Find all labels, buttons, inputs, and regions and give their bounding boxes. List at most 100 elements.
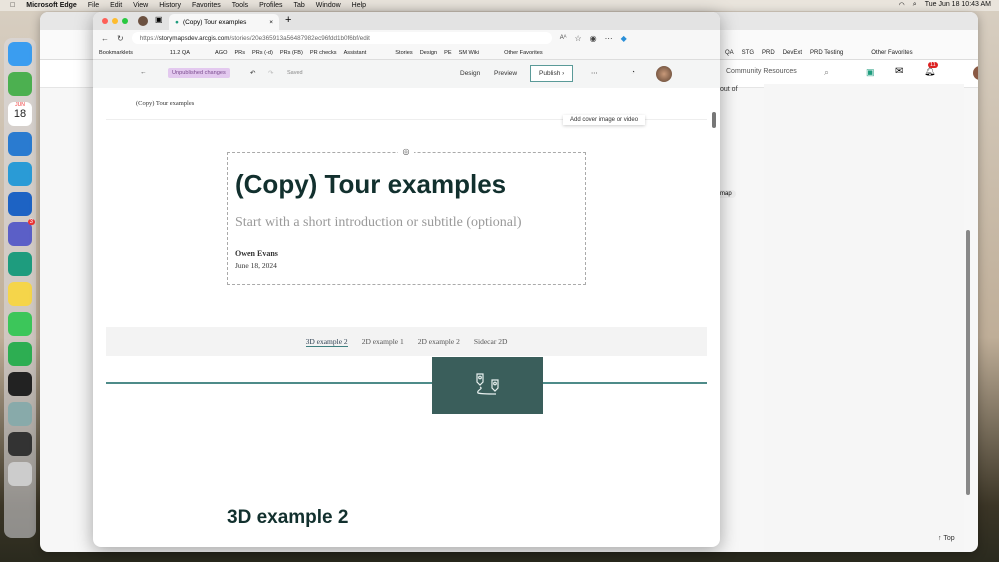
edge-icon[interactable] [8, 162, 32, 186]
story-subtitle-input[interactable]: Start with a short introduction or subti… [235, 215, 522, 231]
bookmark[interactable]: PR checks [310, 50, 337, 56]
trash-icon[interactable] [8, 462, 32, 486]
numbers-icon[interactable] [8, 342, 32, 366]
section-heading[interactable]: 3D example 2 [227, 507, 348, 529]
menu-window[interactable]: Window [316, 2, 341, 9]
avatar[interactable] [973, 66, 978, 80]
close-window-button[interactable] [102, 18, 108, 24]
minimize-window-button[interactable] [112, 18, 118, 24]
story-navigation: 3D example 2 2D example 1 2D example 2 S… [106, 327, 707, 356]
redo-icon[interactable]: ↷ [268, 69, 273, 77]
back-icon[interactable]: ← [101, 34, 109, 43]
extension-icon[interactable]: ◉ [590, 34, 597, 43]
close-tab-icon[interactable]: × [269, 19, 273, 26]
back-scrollbar[interactable] [966, 230, 970, 495]
bookmark[interactable]: PE [444, 50, 451, 56]
bookmark[interactable]: Assistant [344, 50, 367, 56]
scrollbar[interactable] [712, 112, 716, 128]
back-arrow-icon[interactable]: ← [140, 69, 147, 76]
bookmark[interactable]: PRs [234, 50, 245, 56]
menu-tab[interactable]: Tab [293, 2, 304, 9]
unpublished-badge[interactable]: Unpublished changes [168, 68, 230, 78]
url-input[interactable]: https://storymapsdev.arcgis.com/stories/… [131, 32, 552, 44]
nav-item-2d-example-2[interactable]: 2D example 2 [418, 337, 460, 346]
tab-actions-icon[interactable]: ▣ [155, 15, 163, 24]
window-icon[interactable] [8, 432, 32, 456]
preview-button[interactable]: Preview [494, 70, 517, 77]
bookmark[interactable]: AGO [215, 50, 227, 56]
apple-icon[interactable]:  [10, 2, 15, 9]
bookmark[interactable]: DevExt [783, 50, 802, 56]
notes-icon[interactable] [8, 282, 32, 306]
teams-icon[interactable]: 3 [8, 219, 35, 246]
bookmark-folder[interactable]: Bookmarklets [99, 50, 133, 56]
menu-file[interactable]: File [88, 2, 99, 9]
map-tour-block[interactable] [432, 357, 543, 414]
menu-view[interactable]: View [133, 2, 148, 9]
read-aloud-icon[interactable]: Aᴬ [560, 35, 567, 41]
calendar-icon[interactable]: JUN 18 [8, 102, 32, 126]
menu-profiles[interactable]: Profiles [259, 2, 282, 9]
bookmark[interactable]: Other Favorites [871, 50, 912, 56]
app-launcher-icon[interactable]: ▣ [866, 67, 875, 78]
copilot-icon[interactable]: ◆ [621, 34, 627, 43]
bookmark[interactable]: PRs (-d) [252, 50, 273, 56]
menu-favorites[interactable]: Favorites [192, 2, 221, 9]
preview-icon[interactable] [8, 402, 32, 426]
story-builder-header: ← Unpublished changes ↶ ↷ Saved Design P… [93, 60, 720, 128]
refresh-icon[interactable]: ↻ [117, 34, 124, 43]
bookmark[interactable]: 11.2 QA [170, 50, 190, 56]
new-tab-button[interactable]: + [285, 14, 291, 26]
more-icon[interactable]: ⋯ [605, 34, 613, 43]
top-link[interactable]: ↑ Top [938, 535, 955, 542]
storymaps-favicon: ● [175, 18, 179, 26]
tab-active[interactable]: ● (Copy) Tour examples × [169, 14, 279, 30]
user-avatar[interactable] [656, 66, 672, 82]
bookmark-folder[interactable]: Other Favorites [504, 50, 543, 56]
bookmark[interactable]: PRD [762, 50, 775, 56]
nav-item-sidecar-2d[interactable]: Sidecar 2D [474, 337, 508, 346]
messages-icon[interactable] [8, 312, 32, 336]
field-maps-icon[interactable] [8, 252, 32, 276]
vscode-icon[interactable] [8, 132, 32, 156]
clock[interactable]: Tue Jun 18 10:43 AM [925, 1, 991, 9]
bookmark[interactable]: PRs (FB) [280, 50, 303, 56]
design-button[interactable]: Design [460, 70, 480, 77]
zoom-window-button[interactable] [122, 18, 128, 24]
menu-tools[interactable]: Tools [232, 2, 248, 9]
story-title[interactable]: (Copy) Tour examples [235, 169, 506, 200]
bookmark[interactable]: QA [725, 50, 734, 56]
story-cover-block[interactable]: ◎ (Copy) Tour examples Start with a shor… [227, 147, 586, 285]
add-cover-button[interactable]: Add cover image or video [563, 115, 646, 125]
profile-icon[interactable] [138, 16, 148, 26]
story-canvas: (Copy) Tour examples Add cover image or … [106, 88, 707, 547]
search-icon[interactable]: ⌕ [913, 1, 917, 9]
search-icon[interactable]: ⌕ [824, 67, 829, 78]
wifi-icon[interactable]: ◠ [899, 1, 905, 9]
nav-item-2d-example-1[interactable]: 2D example 1 [362, 337, 404, 346]
mail-icon[interactable]: ✉ [895, 66, 903, 77]
nav-item-3d-example-2[interactable]: 3D example 2 [305, 337, 348, 347]
menu-help[interactable]: Help [352, 2, 366, 9]
visibility-icon[interactable]: ◎ [398, 147, 414, 159]
assistant-icon[interactable]: ◔ [631, 69, 635, 76]
terminal-icon[interactable] [8, 372, 32, 396]
bookmark[interactable]: STG [742, 50, 754, 56]
favorite-star-icon[interactable]: ☆ [574, 34, 581, 43]
outlook-icon[interactable] [8, 192, 32, 216]
bookmark[interactable]: Stories [395, 50, 412, 56]
bookmarks-bar: Bookmarklets 11.2 QA AGO PRs PRs (-d) PR… [93, 46, 720, 60]
bookmark[interactable]: PRD Testing [810, 50, 843, 56]
story-date: June 18, 2024 [235, 261, 277, 270]
undo-icon[interactable]: ↶ [250, 69, 255, 77]
community-search-input[interactable]: Community Resources [726, 68, 797, 75]
more-options-icon[interactable]: ⋯ [591, 69, 598, 77]
app-icon[interactable] [8, 72, 32, 96]
bookmark[interactable]: Design [420, 50, 437, 56]
menu-edit[interactable]: Edit [110, 2, 122, 9]
menu-app-name[interactable]: Microsoft Edge [26, 2, 77, 9]
bookmark[interactable]: SM Wiki [459, 50, 480, 56]
finder-icon[interactable] [8, 42, 32, 66]
menu-history[interactable]: History [159, 2, 181, 9]
publish-button[interactable]: Publish › [530, 65, 574, 82]
